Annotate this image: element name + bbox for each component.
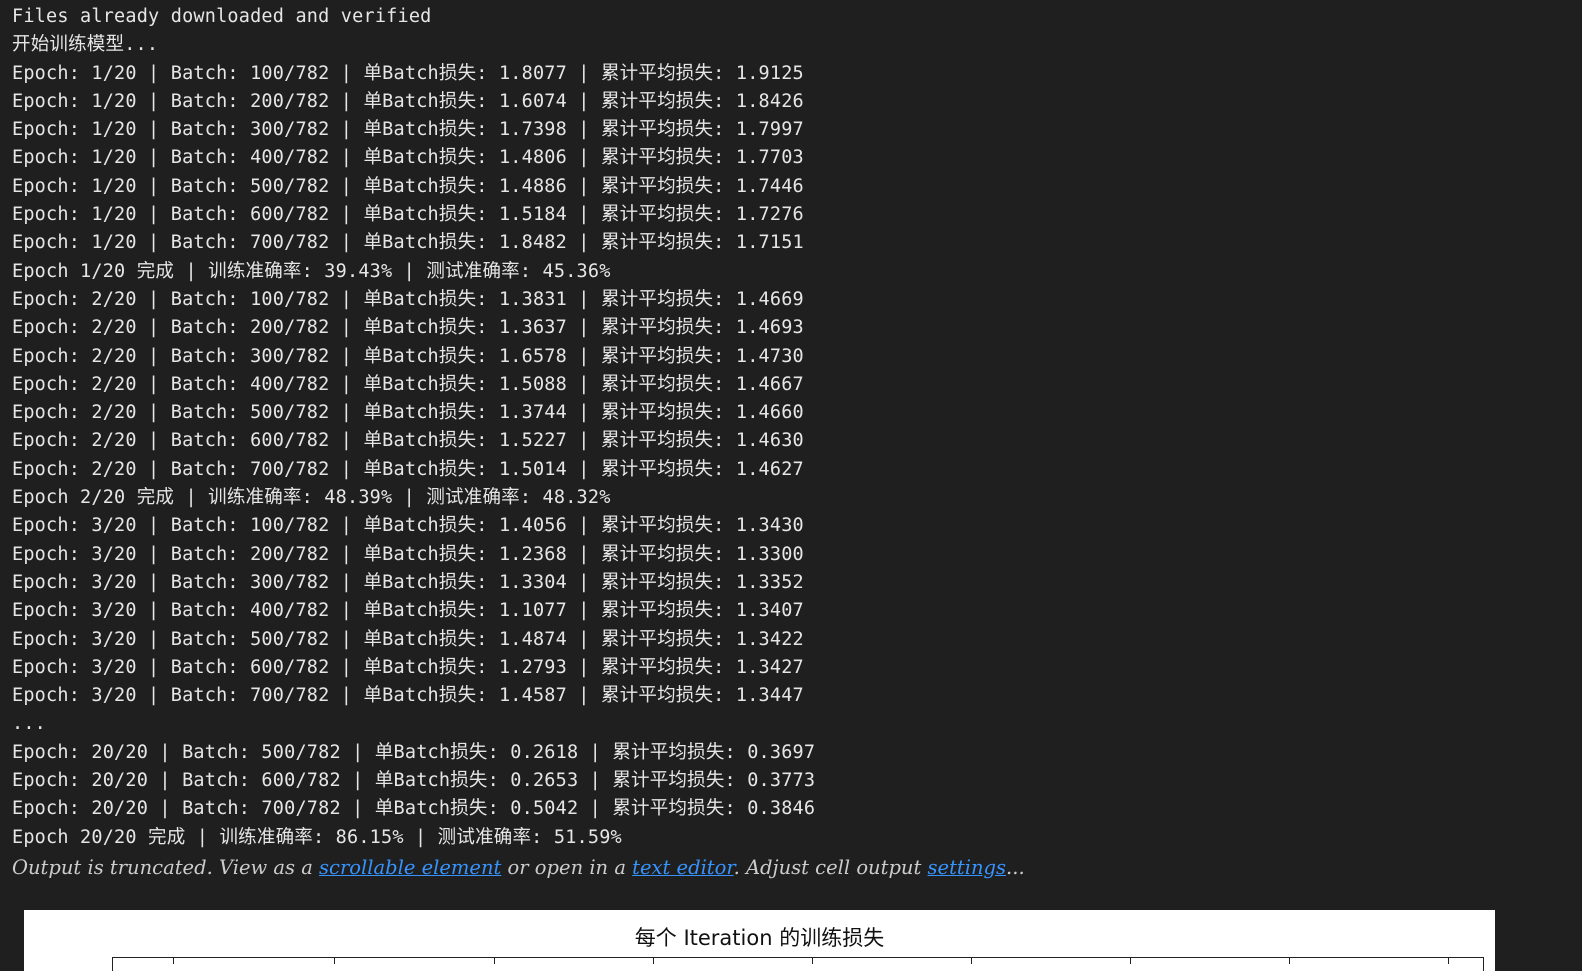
- log-line: Epoch: 20/20 | Batch: 500/782 | 单Batch损失…: [12, 741, 816, 763]
- truncated-middle-2: . Adjust cell output: [733, 856, 928, 879]
- axis-tick: [653, 958, 654, 964]
- axis-tick: [1448, 958, 1449, 964]
- log-line: Epoch: 2/20 | Batch: 700/782 | 单Batch损失:…: [12, 458, 804, 480]
- log-line: Epoch: 1/20 | Batch: 700/782 | 单Batch损失:…: [12, 232, 804, 254]
- axis-tick: [334, 958, 335, 964]
- log-line: Epoch: 1/20 | Batch: 300/782 | 单Batch损失:…: [12, 119, 804, 141]
- log-line: Files already downloaded and verified: [12, 6, 432, 27]
- log-line: Epoch: 2/20 | Batch: 500/782 | 单Batch损失:…: [12, 402, 804, 424]
- truncated-prefix: Output is truncated. View as a: [12, 856, 320, 879]
- log-line: Epoch: 1/20 | Batch: 100/782 | 单Batch损失:…: [12, 62, 804, 84]
- axis-tick: [494, 958, 495, 964]
- log-line: Epoch: 3/20 | Batch: 700/782 | 单Batch损失:…: [12, 685, 804, 707]
- log-line: Epoch: 3/20 | Batch: 300/782 | 单Batch损失:…: [12, 571, 804, 593]
- settings-link[interactable]: settings: [928, 856, 1007, 879]
- log-line: Epoch: 1/20 | Batch: 400/782 | 单Batch损失:…: [12, 147, 804, 169]
- log-line: Epoch: 2/20 | Batch: 400/782 | 单Batch损失:…: [12, 373, 804, 395]
- log-line: Epoch: 2/20 | Batch: 600/782 | 单Batch损失:…: [12, 430, 804, 452]
- log-line: Epoch 20/20 完成 | 训练准确率: 86.15% | 测试准确率: …: [12, 826, 622, 848]
- text-editor-link[interactable]: text editor: [632, 856, 733, 879]
- axis-tick: [1289, 958, 1290, 964]
- log-line: ...: [12, 713, 47, 735]
- axis-tick: [1130, 958, 1131, 964]
- log-line: Epoch: 20/20 | Batch: 600/782 | 单Batch损失…: [12, 770, 816, 792]
- training-log: Files already downloaded and verified 开始训…: [12, 3, 815, 852]
- plot-axes-frame: [112, 957, 1484, 971]
- truncated-middle: or open in a: [501, 856, 633, 879]
- log-line: 开始训练模型...: [12, 34, 159, 56]
- log-line: Epoch: 1/20 | Batch: 200/782 | 单Batch损失:…: [12, 90, 804, 112]
- scrollable-element-link[interactable]: scrollable element: [319, 856, 501, 879]
- truncated-suffix: ...: [1006, 856, 1025, 879]
- log-line: Epoch: 2/20 | Batch: 300/782 | 单Batch损失:…: [12, 345, 804, 367]
- log-line: Epoch: 3/20 | Batch: 600/782 | 单Batch损失:…: [12, 656, 804, 678]
- axis-tick: [971, 958, 972, 964]
- log-line: Epoch: 2/20 | Batch: 200/782 | 单Batch损失:…: [12, 317, 804, 339]
- log-line: Epoch: 2/20 | Batch: 100/782 | 单Batch损失:…: [12, 288, 804, 310]
- log-line: Epoch: 3/20 | Batch: 400/782 | 单Batch损失:…: [12, 600, 804, 622]
- log-line: Epoch: 1/20 | Batch: 500/782 | 单Batch损失:…: [12, 175, 804, 197]
- log-line: Epoch: 3/20 | Batch: 200/782 | 单Batch损失:…: [12, 543, 804, 565]
- log-line: Epoch 2/20 完成 | 训练准确率: 48.39% | 测试准确率: 4…: [12, 487, 611, 509]
- axis-tick: [173, 958, 174, 964]
- loss-figure: 每个 Iteration 的训练损失: [24, 910, 1495, 971]
- cell-output-area: Files already downloaded and verified 开始训…: [0, 0, 1582, 971]
- log-line: Epoch 1/20 完成 | 训练准确率: 39.43% | 测试准确率: 4…: [12, 260, 611, 282]
- log-line: Epoch: 3/20 | Batch: 100/782 | 单Batch损失:…: [12, 515, 804, 537]
- log-line: Epoch: 3/20 | Batch: 500/782 | 单Batch损失:…: [12, 628, 804, 650]
- axis-tick: [812, 958, 813, 964]
- log-line: Epoch: 1/20 | Batch: 600/782 | 单Batch损失:…: [12, 204, 804, 226]
- log-line: Epoch: 20/20 | Batch: 700/782 | 单Batch损失…: [12, 798, 816, 820]
- figure-title: 每个 Iteration 的训练损失: [634, 926, 885, 950]
- output-truncated-notice: Output is truncated. View as a scrollabl…: [12, 856, 1025, 879]
